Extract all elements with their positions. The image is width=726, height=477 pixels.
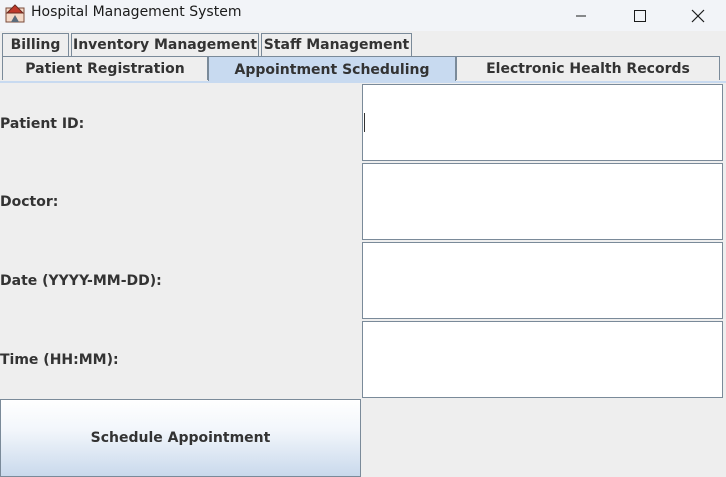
close-button[interactable] — [669, 0, 726, 31]
tab-billing[interactable]: Billing — [2, 33, 69, 56]
time-label: Time (HH:MM): — [0, 352, 119, 368]
time-field[interactable] — [362, 321, 723, 398]
doctor-label: Doctor: — [0, 194, 59, 210]
doctor-field[interactable] — [362, 163, 723, 240]
tab-staff-management[interactable]: Staff Management — [261, 33, 412, 56]
date-field[interactable] — [362, 242, 723, 319]
date-label: Date (YYYY-MM-DD): — [0, 273, 162, 289]
tab-pane: Billing Inventory Management Staff Manag… — [0, 31, 726, 83]
tab-label: Appointment Scheduling — [234, 61, 430, 78]
minimize-icon — [576, 15, 586, 16]
patient-id-label: Patient ID: — [0, 116, 85, 132]
tab-content-border — [0, 81, 726, 83]
window-titlebar: Hospital Management System — [0, 0, 726, 31]
maximize-icon — [634, 9, 646, 22]
tab-inventory-management[interactable]: Inventory Management — [71, 33, 259, 56]
schedule-appointment-button[interactable]: Schedule Appointment — [0, 399, 361, 477]
maximize-button[interactable] — [611, 0, 669, 31]
close-icon — [691, 9, 705, 22]
patient-id-field[interactable] — [362, 84, 723, 161]
tab-label: Billing — [10, 37, 61, 53]
tab-label: Staff Management — [263, 37, 410, 53]
tab-label: Patient Registration — [25, 60, 185, 77]
schedule-appointment-label: Schedule Appointment — [90, 430, 271, 446]
tab-appointment-scheduling[interactable]: Appointment Scheduling — [208, 56, 456, 82]
tab-label: Inventory Management — [72, 37, 258, 53]
tab-electronic-health-records[interactable]: Electronic Health Records — [456, 56, 720, 80]
text-caret — [364, 113, 365, 132]
java-app-icon — [5, 4, 25, 23]
minimize-button[interactable] — [552, 0, 610, 31]
tab-patient-registration[interactable]: Patient Registration — [2, 56, 208, 80]
window-title: Hospital Management System — [31, 4, 242, 20]
tab-label: Electronic Health Records — [486, 60, 690, 77]
